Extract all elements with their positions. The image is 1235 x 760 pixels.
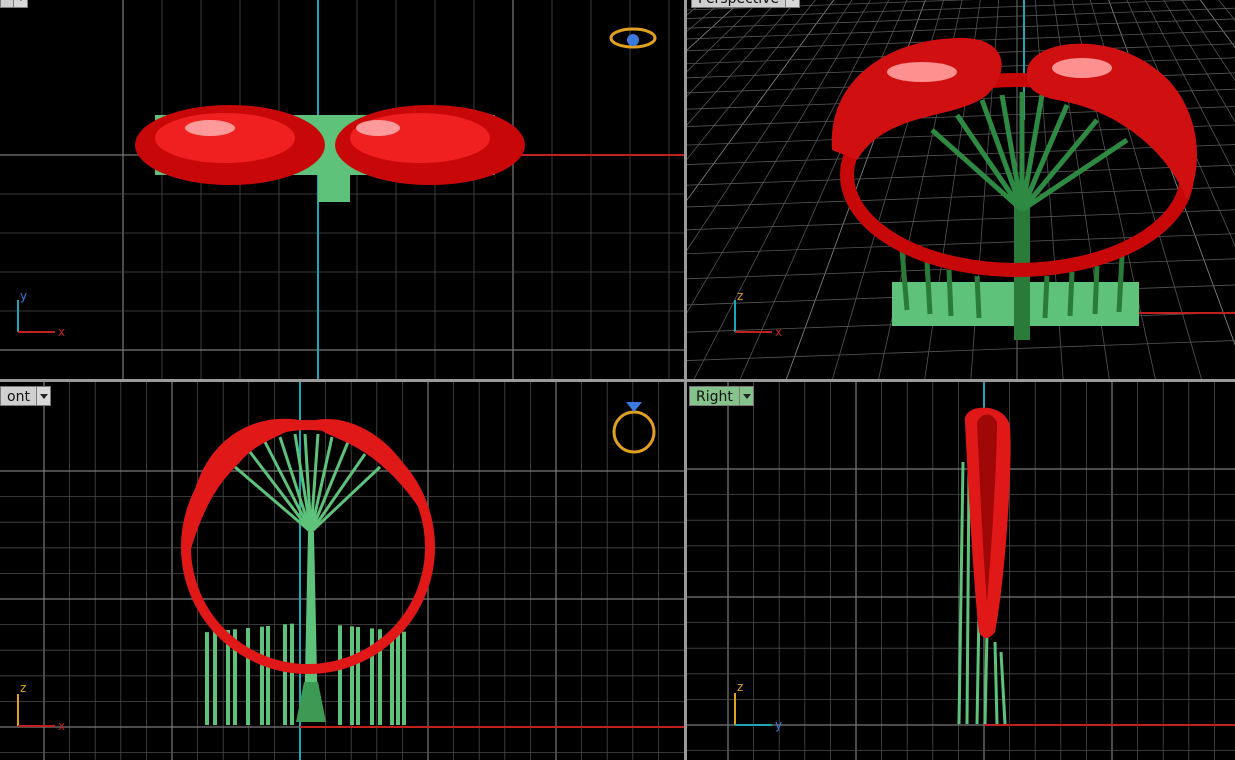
tab-front[interactable]: ont [0,386,51,406]
ring-model-right [957,407,1011,725]
top-view-canvas: y x [0,0,684,379]
chevron-down-icon[interactable] [786,0,801,8]
svg-text:x: x [775,325,782,339]
svg-text:z: z [20,681,26,695]
axis-widget-perspective: z x [734,289,782,339]
svg-text:y: y [775,718,782,732]
viewport-perspective[interactable]: z x Perspective [687,0,1235,379]
perspective-view-canvas: z x [687,0,1235,379]
ring-model-perspective [831,37,1197,340]
axis-widget-front: z x [17,681,65,733]
chevron-down-icon[interactable] [739,386,754,406]
svg-text:z: z [737,289,743,303]
tab-perspective[interactable]: Perspective [691,0,801,8]
ring-model-front [181,418,435,725]
axis-widget-top: y x [17,289,65,339]
chevron-down-icon[interactable] [36,386,51,406]
svg-text:x: x [58,719,65,733]
svg-text:y: y [20,289,27,303]
front-view-canvas: z x [0,382,684,760]
viewport-top[interactable]: y x [0,0,684,379]
ring-gumball-icon[interactable] [609,27,657,49]
tab-top[interactable] [0,0,28,8]
chevron-down-icon[interactable] [14,0,28,8]
right-view-canvas: z y [687,382,1235,760]
viewport-right[interactable]: z y Right [687,382,1235,760]
tab-right[interactable]: Right [689,386,754,406]
svg-text:x: x [58,325,65,339]
viewport-front[interactable]: z x ont [0,382,684,760]
svg-text:z: z [737,680,743,694]
axis-widget-right: z y [734,680,782,732]
ring-view-icon[interactable] [612,402,656,454]
ring-model-top [135,105,525,202]
sprue-branch [248,451,313,533]
